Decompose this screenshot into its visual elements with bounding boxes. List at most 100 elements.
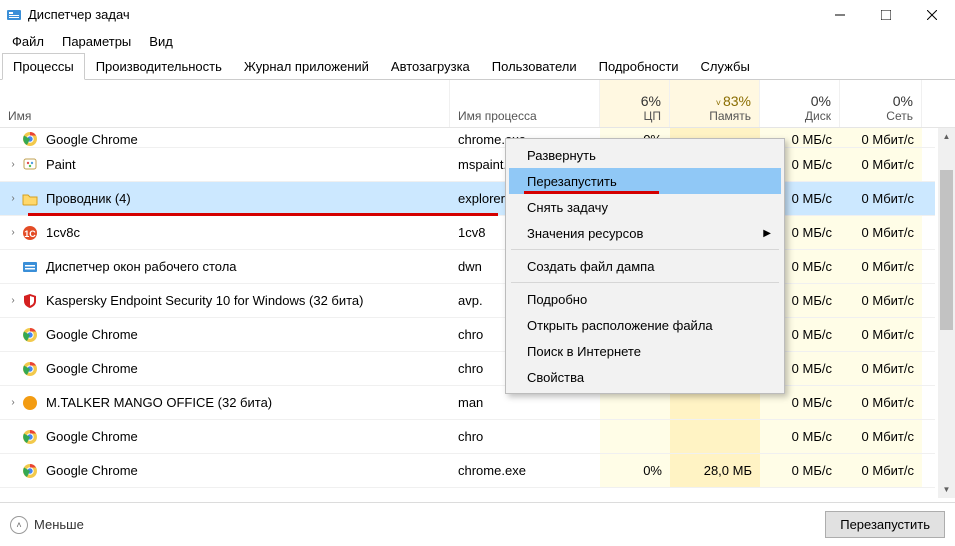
cell-network: 0 Мбит/с — [840, 318, 922, 351]
restart-button[interactable]: Перезапустить — [825, 511, 945, 538]
minimize-button[interactable] — [817, 0, 863, 30]
col-memory[interactable]: ˅83%Память — [670, 80, 760, 127]
process-icon — [22, 157, 38, 173]
annotation-underline — [28, 213, 498, 216]
table-row[interactable]: ›M.TALKER MANGO OFFICE (32 бита)man0 МБ/… — [0, 386, 935, 420]
ctx-dump[interactable]: Создать файл дампа — [509, 253, 781, 279]
cell-name: ›M.TALKER MANGO OFFICE (32 бита) — [0, 386, 450, 419]
ctx-props[interactable]: Свойства — [509, 364, 781, 390]
cell-network: 0 Мбит/с — [840, 182, 922, 215]
expand-toggle-icon[interactable]: › — [6, 159, 20, 170]
menu-view[interactable]: Вид — [141, 32, 181, 51]
table-row[interactable]: Google Chromechrome.exe0%28,0 МБ0 МБ/с0 … — [0, 454, 935, 488]
sort-indicator-icon: ˅ — [716, 98, 721, 108]
col-cpu[interactable]: 6%ЦП — [600, 80, 670, 127]
menu-bar: Файл Параметры Вид — [0, 30, 955, 52]
scroll-down-icon[interactable]: ▼ — [938, 481, 955, 498]
menu-options[interactable]: Параметры — [54, 32, 139, 51]
cell-disk: 0 МБ/с — [760, 454, 840, 487]
chevron-up-icon: ˄ — [10, 516, 28, 534]
process-name: Paint — [46, 157, 76, 172]
disk-label: Диск — [805, 109, 831, 123]
process-name: Диспетчер окон рабочего стола — [46, 259, 237, 274]
table-row[interactable]: ›Проводник (4)explorer.exe0%66,7 МБ0 МБ/… — [0, 182, 935, 216]
tab-processes[interactable]: Процессы — [2, 53, 85, 80]
title-bar: Диспетчер задач — [0, 0, 955, 30]
tab-startup[interactable]: Автозагрузка — [380, 53, 481, 80]
ctx-expand[interactable]: Развернуть — [509, 142, 781, 168]
svg-text:1C: 1C — [24, 229, 36, 239]
process-icon — [22, 361, 38, 377]
app-icon — [6, 7, 22, 23]
process-icon — [22, 293, 38, 309]
col-process[interactable]: Имя процесса — [450, 80, 600, 127]
expand-toggle-icon[interactable]: › — [6, 193, 20, 204]
cell-process: chrome.exe — [450, 454, 600, 487]
process-name: Kaspersky Endpoint Security 10 for Windo… — [46, 293, 363, 308]
cell-memory: 28,0 МБ — [670, 454, 760, 487]
fewer-details[interactable]: ˄ Меньше — [10, 516, 84, 534]
cell-network: 0 Мбит/с — [840, 386, 922, 419]
table-row[interactable]: Диспетчер окон рабочего столаdwn0 МБ/с0 … — [0, 250, 935, 284]
cell-name: › Paint — [0, 148, 450, 181]
disk-percent: 0% — [811, 93, 831, 109]
col-disk[interactable]: 0%Диск — [760, 80, 840, 127]
process-name: Google Chrome — [46, 132, 138, 147]
ctx-resources-label: Значения ресурсов — [527, 226, 643, 241]
footer: ˄ Меньше Перезапустить — [0, 502, 955, 546]
table-row[interactable]: ›Paintmspaint.exe0%73,1 МБ0 МБ/с0 Мбит/с — [0, 148, 935, 182]
process-name: Google Chrome — [46, 429, 138, 444]
close-button[interactable] — [909, 0, 955, 30]
table-row[interactable]: Google Chromechro0 МБ/с0 Мбит/с — [0, 352, 935, 386]
cell-name: Google Chrome — [0, 454, 450, 487]
tab-bar: Процессы Производительность Журнал прило… — [0, 52, 955, 80]
tab-users[interactable]: Пользователи — [481, 53, 588, 80]
cell-network: 0 Мбит/с — [840, 148, 922, 181]
cell-cpu — [600, 420, 670, 453]
tab-services[interactable]: Службы — [690, 53, 761, 80]
mem-label: Память — [709, 109, 751, 123]
ctx-details[interactable]: Подробно — [509, 286, 781, 312]
process-icon — [22, 131, 38, 147]
ctx-openloc[interactable]: Открыть расположение файла — [509, 312, 781, 338]
annotation-underline — [524, 191, 659, 194]
vertical-scrollbar[interactable]: ▲ ▼ — [938, 128, 955, 498]
col-name[interactable]: Имя — [0, 80, 450, 127]
net-percent: 0% — [893, 93, 913, 109]
scroll-track[interactable] — [938, 145, 955, 481]
tab-details[interactable]: Подробности — [588, 53, 690, 80]
submenu-arrow-icon: ▶ — [763, 228, 771, 239]
expand-toggle-icon[interactable]: › — [6, 397, 20, 408]
cell-cpu: 0% — [600, 454, 670, 487]
scroll-up-icon[interactable]: ▲ — [938, 128, 955, 145]
tab-performance[interactable]: Производительность — [85, 53, 233, 80]
process-name: Google Chrome — [46, 361, 138, 376]
cell-name: › Kaspersky Endpoint Security 10 for Wind… — [0, 284, 450, 317]
table-row[interactable]: › Kaspersky Endpoint Security 10 for Wind… — [0, 284, 935, 318]
tab-apphistory[interactable]: Журнал приложений — [233, 53, 380, 80]
expand-toggle-icon[interactable]: › — [6, 295, 20, 306]
cell-name: › 1C 1cv8c — [0, 216, 450, 249]
table-row[interactable]: ›1C1cv8c1cv80 МБ/с0 Мбит/с — [0, 216, 935, 250]
process-name: 1cv8c — [46, 225, 80, 240]
ctx-resources[interactable]: Значения ресурсов ▶ — [509, 220, 781, 246]
col-proc-label: Имя процесса — [458, 109, 591, 123]
cell-disk: 0 МБ/с — [760, 420, 840, 453]
menu-file[interactable]: Файл — [4, 32, 52, 51]
ctx-endtask[interactable]: Снять задачу — [509, 194, 781, 220]
expand-toggle-icon[interactable]: › — [6, 227, 20, 238]
ctx-search[interactable]: Поиск в Интернете — [509, 338, 781, 364]
table-row[interactable]: Google Chromechrome.exe0%0 МБ/с0 Мбит/с — [0, 128, 935, 148]
maximize-button[interactable] — [863, 0, 909, 30]
scroll-thumb[interactable] — [940, 170, 953, 330]
col-network[interactable]: 0%Сеть — [840, 80, 922, 127]
ctx-separator — [511, 249, 779, 250]
table-row[interactable]: Google Chromechro0 МБ/с0 Мбит/с — [0, 420, 935, 454]
column-headers: Имя Имя процесса 6%ЦП ˅83%Память 0%Диск … — [0, 80, 955, 128]
cell-memory — [670, 420, 760, 453]
process-name: Проводник (4) — [46, 191, 131, 206]
net-label: Сеть — [886, 109, 913, 123]
cell-network: 0 Мбит/с — [840, 216, 922, 249]
table-row[interactable]: Google Chromechro0 МБ/с0 Мбит/с — [0, 318, 935, 352]
process-icon: 1C — [22, 225, 38, 241]
